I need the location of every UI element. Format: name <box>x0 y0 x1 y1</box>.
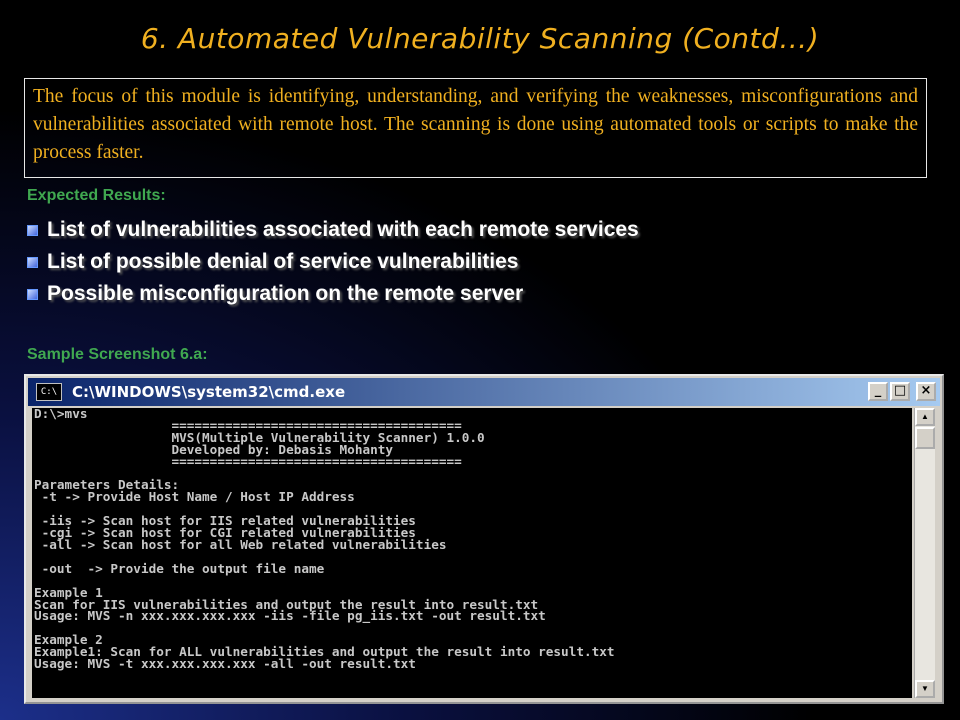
expected-results-heading: Expected Results: <box>27 187 166 204</box>
slide-title: 6. Automated Vulnerability Scanning (Con… <box>140 22 820 55</box>
result-text: List of vulnerabilities associated with … <box>47 218 639 241</box>
intro-box: The focus of this module is identifying,… <box>24 78 927 178</box>
console-output[interactable]: D:\>mvs ================================… <box>32 408 912 698</box>
maximize-button[interactable]: □ <box>890 382 910 401</box>
square-bullet-icon <box>27 224 38 236</box>
window-buttons: _ □ × <box>868 382 936 401</box>
result-text: List of possible denial of service vulne… <box>47 250 519 273</box>
result-text: Possible misconfiguration on the remote … <box>47 282 524 305</box>
window-title-bar[interactable]: C:\ C:\WINDOWS\system32\cmd.exe _ □ × <box>28 378 940 406</box>
cmd-window: C:\ C:\WINDOWS\system32\cmd.exe _ □ × D:… <box>24 374 944 704</box>
list-item: Possible misconfiguration on the remote … <box>27 278 639 310</box>
minimize-button[interactable]: _ <box>868 382 888 401</box>
close-button[interactable]: × <box>916 382 936 401</box>
results-list: List of vulnerabilities associated with … <box>27 214 639 310</box>
cmd-icon[interactable]: C:\ <box>36 383 62 401</box>
square-bullet-icon <box>27 288 38 300</box>
list-item: List of possible denial of service vulne… <box>27 246 639 278</box>
scroll-down-button[interactable]: ▼ <box>915 680 935 698</box>
vertical-scrollbar[interactable]: ▲ ▼ <box>914 408 935 698</box>
list-item: List of vulnerabilities associated with … <box>27 214 639 246</box>
window-title: C:\WINDOWS\system32\cmd.exe <box>72 383 346 401</box>
square-bullet-icon <box>27 256 38 268</box>
scroll-up-button[interactable]: ▲ <box>915 408 935 426</box>
sample-screenshot-heading: Sample Screenshot 6.a: <box>27 346 208 363</box>
scroll-thumb[interactable] <box>915 427 935 449</box>
console-text: D:\>mvs ================================… <box>34 408 615 672</box>
